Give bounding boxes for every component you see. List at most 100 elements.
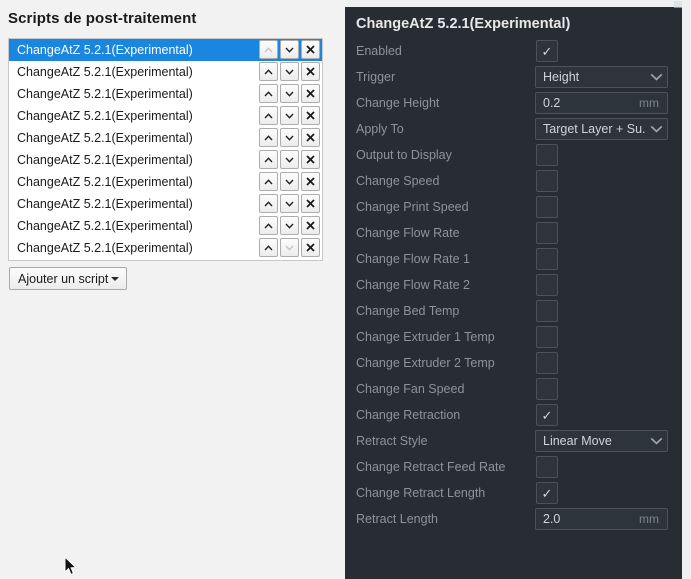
script-list-item[interactable]: ChangeAtZ 5.2.1(Experimental) xyxy=(9,105,322,127)
setting-label: Apply To xyxy=(356,122,404,136)
script-list-item[interactable]: ChangeAtZ 5.2.1(Experimental) xyxy=(9,39,322,61)
chevron-down-icon[interactable] xyxy=(280,150,299,169)
chevron-down-icon xyxy=(280,238,299,257)
chevron-up-icon[interactable] xyxy=(259,216,278,235)
setting-label: Change Extruder 1 Temp xyxy=(356,330,495,344)
close-x-icon[interactable] xyxy=(301,216,320,235)
setting-row: Change Speed ✓ xyxy=(345,168,682,194)
script-list-item[interactable]: ChangeAtZ 5.2.1(Experimental) xyxy=(9,171,322,193)
settings-title: ChangeAtZ 5.2.1(Experimental) xyxy=(356,16,571,32)
chevron-up-icon[interactable] xyxy=(259,172,278,191)
setting-row: Change Flow Rate 2 ✓ xyxy=(345,272,682,298)
close-x-icon[interactable] xyxy=(301,84,320,103)
setting-row: Change Retraction ✓ xyxy=(345,402,682,428)
setting-checkbox[interactable]: ✓ xyxy=(536,248,558,270)
setting-input[interactable]: 2.0 mm xyxy=(535,508,668,530)
script-list-item[interactable]: ChangeAtZ 5.2.1(Experimental) xyxy=(9,149,322,171)
setting-checkbox[interactable]: ✓ xyxy=(536,352,558,374)
setting-checkbox[interactable]: ✓ xyxy=(536,144,558,166)
close-x-icon[interactable] xyxy=(301,62,320,81)
chevron-up-icon[interactable] xyxy=(259,62,278,81)
right-edge-strip xyxy=(682,0,691,579)
setting-checkbox[interactable]: ✓ xyxy=(536,196,558,218)
chevron-up-icon[interactable] xyxy=(259,106,278,125)
close-x-icon[interactable] xyxy=(301,40,320,59)
check-icon: ✓ xyxy=(541,407,553,423)
script-list-item-label: ChangeAtZ 5.2.1(Experimental) xyxy=(17,219,193,233)
chevron-down-icon[interactable] xyxy=(280,194,299,213)
setting-dropdown[interactable]: Height xyxy=(535,66,668,88)
setting-label: Change Retraction xyxy=(356,408,461,422)
setting-checkbox[interactable]: ✓ xyxy=(536,378,558,400)
setting-row: Change Extruder 1 Temp ✓ xyxy=(345,324,682,350)
caret-down-icon xyxy=(111,276,120,281)
chevron-down-icon[interactable] xyxy=(280,128,299,147)
page-title: Scripts de post-traitement xyxy=(8,10,197,27)
chevron-up-icon[interactable] xyxy=(259,238,278,257)
setting-row: Trigger Height xyxy=(345,64,682,90)
chevron-up-icon[interactable] xyxy=(259,150,278,169)
script-list-item[interactable]: ChangeAtZ 5.2.1(Experimental) xyxy=(9,61,322,83)
setting-label: Change Retract Length xyxy=(356,486,486,500)
setting-row: Change Flow Rate 1 ✓ xyxy=(345,246,682,272)
setting-label: Retract Style xyxy=(356,434,428,448)
setting-label: Change Retract Feed Rate xyxy=(356,460,506,474)
setting-checkbox[interactable]: ✓ xyxy=(536,456,558,478)
chevron-down-icon[interactable] xyxy=(280,172,299,191)
script-row-buttons xyxy=(259,128,320,147)
chevron-down-icon[interactable] xyxy=(280,84,299,103)
close-x-icon[interactable] xyxy=(301,106,320,125)
close-x-icon[interactable] xyxy=(301,194,320,213)
script-list[interactable]: ChangeAtZ 5.2.1(Experimental) ChangeAtZ 5… xyxy=(8,38,323,261)
script-row-buttons xyxy=(259,194,320,213)
script-list-item-label: ChangeAtZ 5.2.1(Experimental) xyxy=(17,43,193,57)
setting-row: Change Flow Rate ✓ xyxy=(345,220,682,246)
setting-row: Change Height 0.2 mm xyxy=(345,90,682,116)
add-script-button[interactable]: Ajouter un script xyxy=(9,267,128,290)
close-x-icon[interactable] xyxy=(301,128,320,147)
setting-label: Change Extruder 2 Temp xyxy=(356,356,495,370)
chevron-up-icon[interactable] xyxy=(259,84,278,103)
setting-input-unit: mm xyxy=(639,96,659,110)
setting-dropdown[interactable]: Linear Move xyxy=(535,430,668,452)
chevron-down-icon[interactable] xyxy=(280,216,299,235)
setting-checkbox[interactable]: ✓ xyxy=(536,274,558,296)
chevron-down-icon[interactable] xyxy=(280,62,299,81)
script-row-buttons xyxy=(259,106,320,125)
script-list-item[interactable]: ChangeAtZ 5.2.1(Experimental) xyxy=(9,193,322,215)
script-list-item-label: ChangeAtZ 5.2.1(Experimental) xyxy=(17,241,193,255)
setting-input-value: 2.0 xyxy=(543,512,561,526)
script-list-item[interactable]: ChangeAtZ 5.2.1(Experimental) xyxy=(9,127,322,149)
setting-dropdown-value: Height xyxy=(543,70,580,84)
script-row-buttons xyxy=(259,62,320,81)
chevron-up-icon[interactable] xyxy=(259,194,278,213)
close-x-icon[interactable] xyxy=(301,150,320,169)
setting-row: Change Print Speed ✓ xyxy=(345,194,682,220)
script-settings-body: ChangeAtZ 5.2.1(Experimental) Enabled ✓ Tr… xyxy=(345,7,682,579)
setting-input-unit: mm xyxy=(639,512,659,526)
setting-checkbox[interactable]: ✓ xyxy=(536,326,558,348)
setting-label: Retract Length xyxy=(356,512,438,526)
setting-checkbox[interactable]: ✓ xyxy=(536,482,558,504)
setting-checkbox[interactable]: ✓ xyxy=(536,40,558,62)
script-row-buttons xyxy=(259,40,320,59)
script-row-buttons xyxy=(259,150,320,169)
setting-label: Change Flow Rate 1 xyxy=(356,252,470,266)
close-x-icon[interactable] xyxy=(301,238,320,257)
setting-label: Enabled xyxy=(356,44,402,58)
setting-input[interactable]: 0.2 mm xyxy=(535,92,668,114)
setting-checkbox[interactable]: ✓ xyxy=(536,300,558,322)
chevron-up-icon[interactable] xyxy=(259,128,278,147)
chevron-down-icon[interactable] xyxy=(280,40,299,59)
setting-checkbox[interactable]: ✓ xyxy=(536,170,558,192)
script-list-item[interactable]: ChangeAtZ 5.2.1(Experimental) xyxy=(9,83,322,105)
setting-dropdown[interactable]: Target Layer + Su... xyxy=(535,118,668,140)
close-x-icon[interactable] xyxy=(301,172,320,191)
setting-checkbox[interactable]: ✓ xyxy=(536,222,558,244)
script-list-item[interactable]: ChangeAtZ 5.2.1(Experimental) xyxy=(9,215,322,237)
setting-checkbox[interactable]: ✓ xyxy=(536,404,558,426)
script-list-item[interactable]: ChangeAtZ 5.2.1(Experimental) xyxy=(9,237,322,259)
setting-label: Change Speed xyxy=(356,174,440,188)
script-list-item-label: ChangeAtZ 5.2.1(Experimental) xyxy=(17,197,193,211)
chevron-down-icon[interactable] xyxy=(280,106,299,125)
